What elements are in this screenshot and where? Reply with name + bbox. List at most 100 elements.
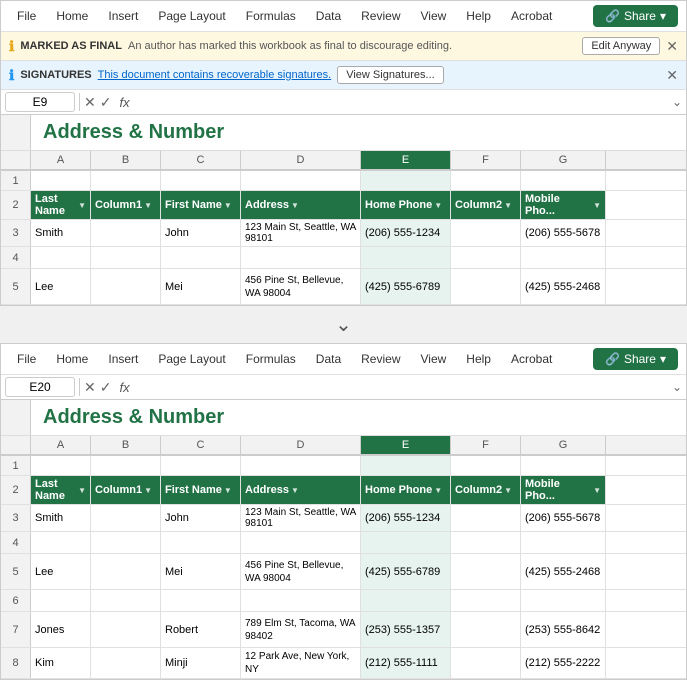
menu-view-b[interactable]: View: [413, 349, 455, 369]
col-header-g: G: [521, 151, 606, 169]
menu-page-layout-b[interactable]: Page Layout: [150, 349, 233, 369]
spreadsheet-title: Address & Number: [43, 121, 224, 143]
filter-arrow-f[interactable]: ▼: [504, 201, 512, 210]
col-header-e-active: E: [361, 151, 451, 169]
marked-final-bar: ℹ MARKED AS FINAL An author has marked t…: [1, 32, 686, 61]
formula-input-top[interactable]: [138, 93, 668, 111]
menu-home[interactable]: Home: [48, 6, 96, 26]
table-row: 3 Smith John 123 Main St, Seattle, WA 98…: [1, 220, 686, 247]
header-lastname: Last Name: [35, 193, 76, 217]
share-icon: 🔗: [605, 9, 620, 23]
excel-window-bottom: File Home Insert Page Layout Formulas Da…: [0, 343, 687, 680]
menu-home-b[interactable]: Home: [48, 349, 96, 369]
cancel-formula-icon-b[interactable]: ✕: [84, 379, 96, 396]
menu-insert[interactable]: Insert: [100, 6, 146, 26]
menu-formulas-b[interactable]: Formulas: [238, 349, 304, 369]
col-header-b-b: B: [91, 436, 161, 454]
table-row: 1: [1, 171, 686, 191]
col-header-f: F: [451, 151, 521, 169]
formula-input-bottom[interactable]: [138, 378, 668, 396]
menu-data[interactable]: Data: [308, 6, 349, 26]
column-headers-bottom: A B C D E F G: [1, 436, 686, 456]
header-address: Address: [245, 199, 289, 211]
menu-review[interactable]: Review: [353, 6, 408, 26]
filter-arrow-b[interactable]: ▼: [144, 201, 152, 210]
share-label: Share: [624, 9, 656, 23]
share-button-bottom[interactable]: 🔗 Share ▾: [593, 348, 678, 370]
menu-page-layout[interactable]: Page Layout: [150, 6, 233, 26]
formula-divider-b: [79, 378, 80, 396]
menu-view[interactable]: View: [413, 6, 455, 26]
table-row: 4: [1, 247, 686, 269]
formula-icons: ✕ ✓: [84, 94, 111, 111]
filter-arrow-e[interactable]: ▼: [434, 201, 442, 210]
filter-arrow-g-b[interactable]: ▼: [593, 486, 601, 495]
signatures-close-icon[interactable]: ✕: [666, 67, 678, 84]
edit-anyway-button[interactable]: Edit Anyway: [582, 37, 660, 55]
share-chevron-b: ▾: [660, 352, 666, 366]
filter-arrow-c-b[interactable]: ▼: [224, 486, 232, 495]
header-mobilephone: Mobile Pho...: [525, 193, 591, 217]
title-row-b: Address & Number: [1, 400, 686, 436]
menu-acrobat[interactable]: Acrobat: [503, 6, 560, 26]
share-button-top[interactable]: 🔗 Share ▾: [593, 5, 678, 27]
expand-formula-icon-b[interactable]: ⌄: [672, 380, 682, 394]
menu-insert-b[interactable]: Insert: [100, 349, 146, 369]
cell-reference-bottom[interactable]: [5, 377, 75, 397]
marked-close-icon[interactable]: ✕: [666, 38, 678, 55]
table-row: 5 Lee Mei 456 Pine St, Bellevue, WA 9800…: [1, 554, 686, 590]
filter-arrow-f-b[interactable]: ▼: [504, 486, 512, 495]
header-firstname: First Name: [165, 199, 222, 211]
signatures-label: SIGNATURES: [20, 69, 91, 81]
filter-arrow-d[interactable]: ▼: [291, 201, 299, 210]
menu-review-b[interactable]: Review: [353, 349, 408, 369]
filter-arrow-a[interactable]: ▼: [78, 201, 86, 210]
corner-cell: [1, 151, 31, 169]
down-arrow-icon: ⌄: [335, 312, 352, 337]
table-row: 8 Kim Minji 12 Park Ave, New York, NY (2…: [1, 648, 686, 679]
confirm-formula-icon-b[interactable]: ✓: [100, 379, 112, 396]
cell-reference-top[interactable]: [5, 92, 75, 112]
share-icon-b: 🔗: [605, 352, 620, 366]
filter-arrow-d-b[interactable]: ▼: [291, 486, 299, 495]
col-header-e-active-b: E: [361, 436, 451, 454]
title-row: Address & Number: [1, 115, 686, 151]
col-header-b: B: [91, 151, 161, 169]
table-row: 2 Last Name ▼ Column1 ▼ First Name ▼ Add…: [1, 191, 686, 220]
cancel-formula-icon[interactable]: ✕: [84, 94, 96, 111]
col-header-f-b: F: [451, 436, 521, 454]
menu-file[interactable]: File: [9, 6, 44, 26]
spreadsheet-title-b: Address & Number: [43, 406, 224, 428]
menu-formulas[interactable]: Formulas: [238, 6, 304, 26]
filter-arrow-b-b[interactable]: ▼: [144, 486, 152, 495]
filter-arrow-e-b[interactable]: ▼: [434, 486, 442, 495]
menu-bar-top: File Home Insert Page Layout Formulas Da…: [1, 1, 686, 32]
filter-arrow-a-b[interactable]: ▼: [78, 486, 86, 495]
confirm-formula-icon[interactable]: ✓: [100, 94, 112, 111]
excel-window-top: File Home Insert Page Layout Formulas Da…: [0, 0, 687, 306]
header-col2-b: Column2: [455, 484, 502, 496]
header-homephone-b: Home Phone: [365, 484, 432, 496]
col-header-a-b: A: [31, 436, 91, 454]
header-col1: Column1: [95, 199, 142, 211]
menu-help-b[interactable]: Help: [458, 349, 499, 369]
signatures-link[interactable]: This document contains recoverable signa…: [98, 69, 332, 81]
table-row: 3 Smith John 123 Main St, Seattle, WA 98…: [1, 505, 686, 532]
menu-help[interactable]: Help: [458, 6, 499, 26]
menu-data-b[interactable]: Data: [308, 349, 349, 369]
menu-file-b[interactable]: File: [9, 349, 44, 369]
formula-bar-bottom: ✕ ✓ fx ⌄: [1, 375, 686, 400]
filter-arrow-g[interactable]: ▼: [593, 201, 601, 210]
filter-arrow-c[interactable]: ▼: [224, 201, 232, 210]
view-signatures-button[interactable]: View Signatures...: [337, 66, 443, 84]
expand-formula-icon[interactable]: ⌄: [672, 95, 682, 109]
col-header-c-b: C: [161, 436, 241, 454]
header-lastname-b: Last Name: [35, 478, 76, 502]
menu-acrobat-b[interactable]: Acrobat: [503, 349, 560, 369]
header-firstname-b: First Name: [165, 484, 222, 496]
col-header-a: A: [31, 151, 91, 169]
col-header-d-b: D: [241, 436, 361, 454]
signatures-bar: ℹ SIGNATURES This document contains reco…: [1, 61, 686, 90]
table-row: 7 Jones Robert 789 Elm St, Tacoma, WA 98…: [1, 612, 686, 648]
sheet-area-top: Address & Number A B C D E F G 1 2: [1, 115, 686, 305]
